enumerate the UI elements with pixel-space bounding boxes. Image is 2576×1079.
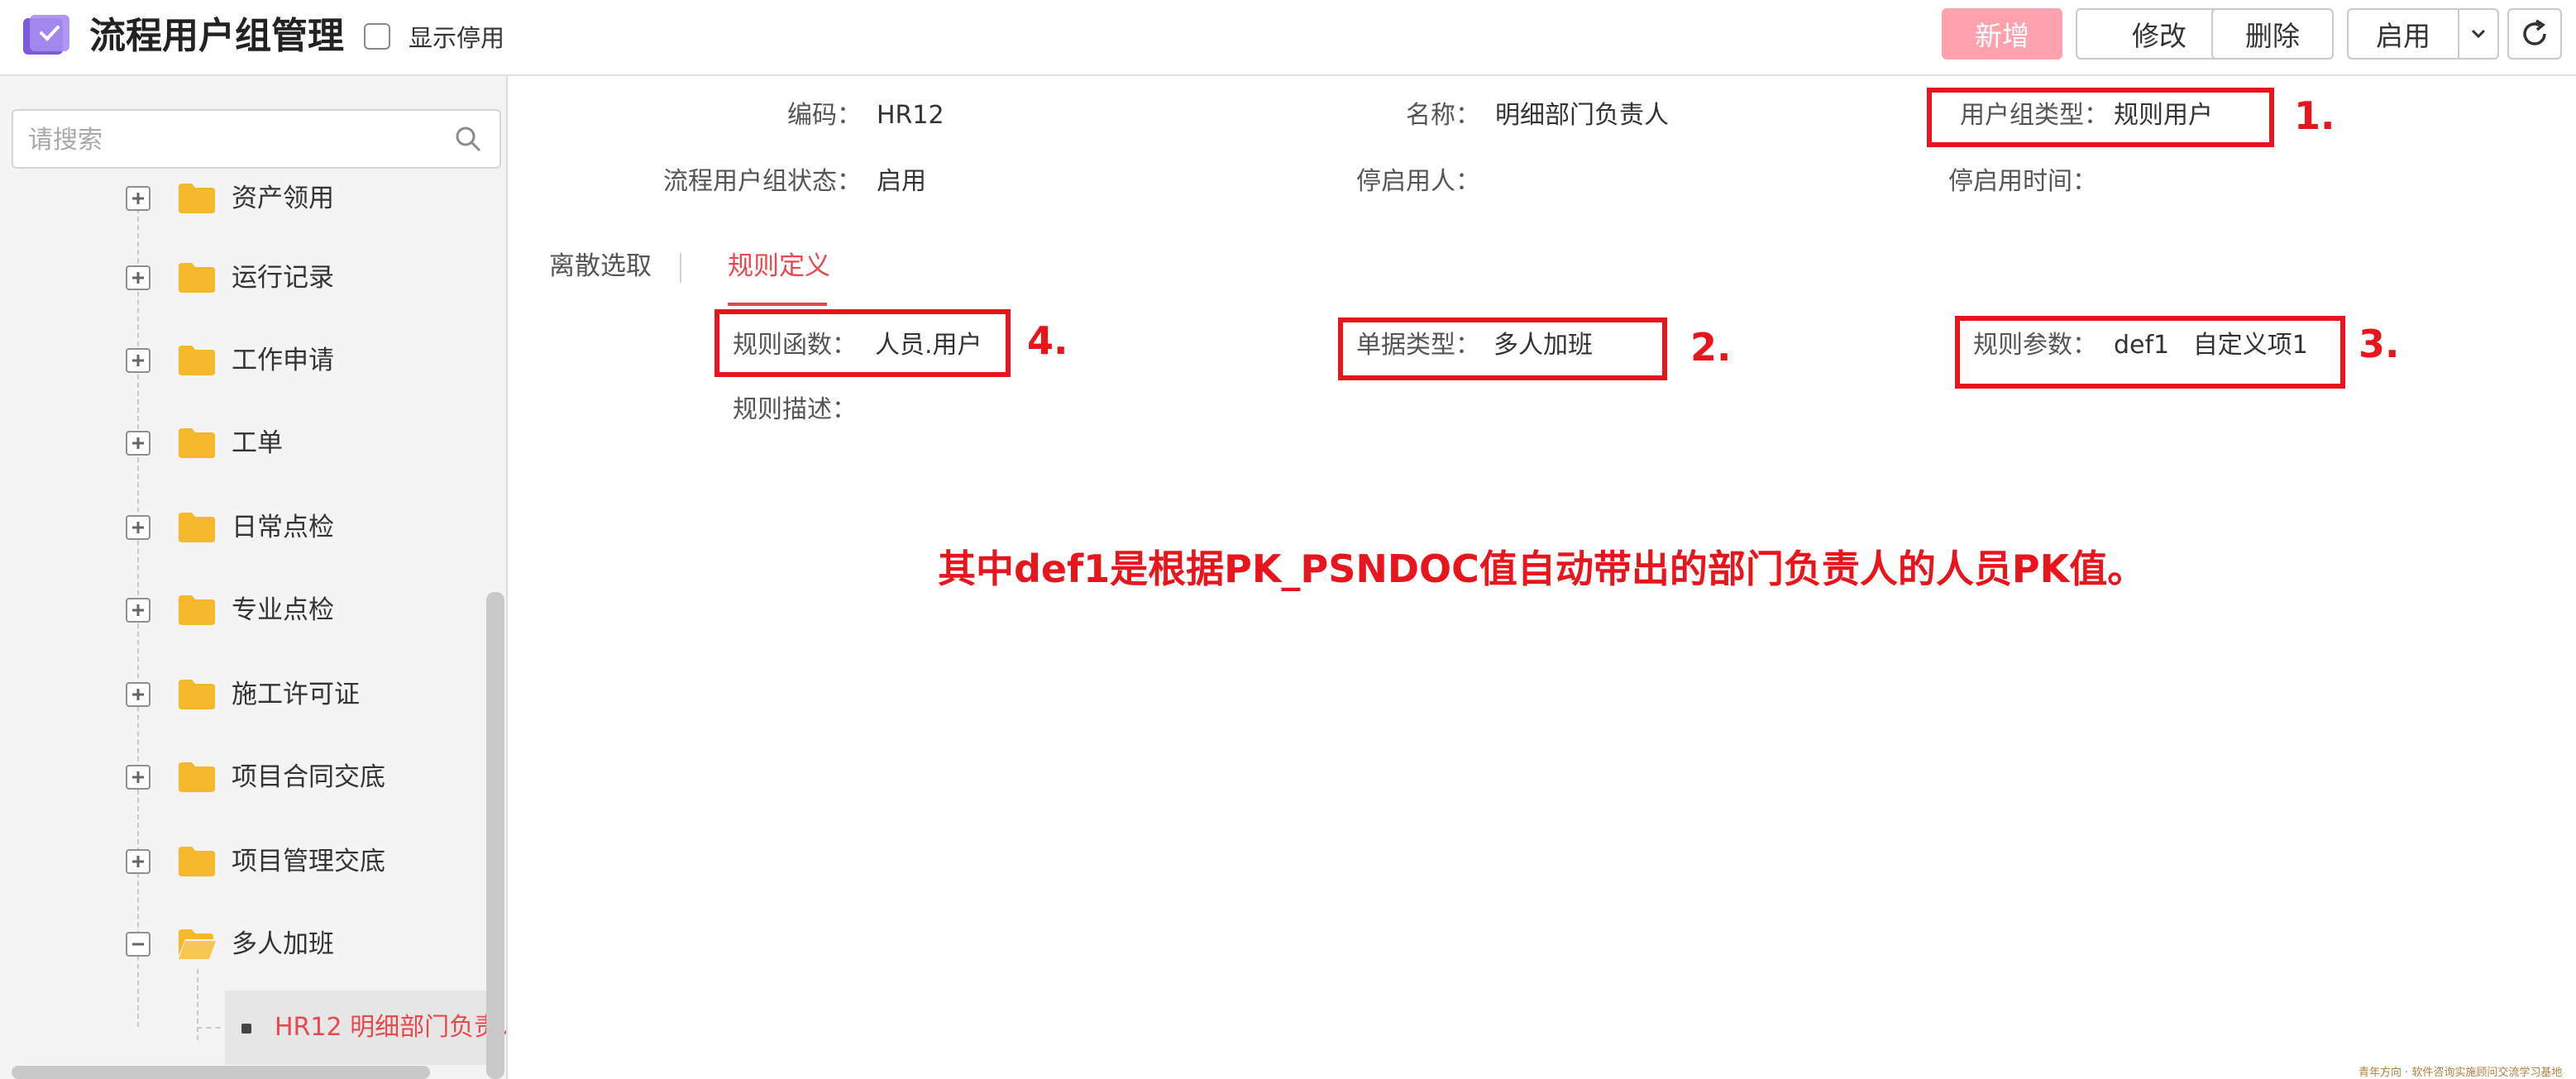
folder-icon [179,680,215,709]
folder-icon [179,263,215,293]
disabled-by-label: 停启用人： [1356,167,1480,196]
expand-icon[interactable] [126,265,151,290]
tree-item[interactable]: 工作申请 [0,336,488,385]
tree-item-label: 项目合同交底 [232,762,385,792]
tree-item-label: 工单 [232,428,283,458]
tab-rule-definition[interactable]: 规则定义 [728,248,830,284]
app-logo-icon [23,15,69,55]
folder-icon [179,346,215,375]
expand-icon[interactable] [126,682,151,707]
code-value: HR12 [877,101,944,130]
vertical-scrollbar[interactable] [486,592,504,1079]
tree-item[interactable]: 专业点检 [0,585,488,635]
folder-icon [179,513,215,542]
tree-guide-line [197,969,198,1040]
folder-icon [179,428,215,458]
expand-icon[interactable] [126,348,151,373]
callout-1: 1. [2294,93,2335,138]
name-value: 明细部门负责人 [1495,101,1669,130]
bullet-icon [241,1024,251,1034]
tree-item-label: 专业点检 [232,595,334,625]
tree-item-label: 运行记录 [232,263,334,293]
expand-icon[interactable] [126,765,151,790]
enable-dropdown-button[interactable] [2458,8,2499,60]
show-disabled-label: 显示停用 [409,24,505,52]
tree-item-label: 施工许可证 [232,680,360,709]
folder-icon [179,847,215,876]
app-header: 流程用户组管理 显示停用 新增 修改 删除 启用 [0,0,2576,76]
folder-icon [179,762,215,792]
refresh-button[interactable] [2507,8,2562,60]
show-disabled-toggle[interactable]: 显示停用 [364,20,504,53]
code-label: 编码： [787,101,862,130]
tab-discrete-select[interactable]: 离散选取 [549,248,652,284]
tree-item[interactable]: 项目管理交底 [0,837,488,886]
callout-3: 3. [2359,322,2400,366]
name-label: 名称： [1406,101,1480,130]
highlight-box-4 [714,309,1011,377]
collapse-icon[interactable] [126,932,151,957]
refresh-icon [2523,19,2546,45]
folder-icon [179,184,215,213]
tree-item-label: 工作申请 [232,346,334,375]
new-button[interactable]: 新增 [1942,8,2062,60]
enable-button[interactable]: 启用 [2347,8,2459,60]
tree-item-label: 项目管理交底 [232,847,385,876]
expand-icon[interactable] [126,849,151,874]
tree-item[interactable]: 工单 [0,418,488,468]
tree-item-label: 多人加班 [232,929,334,959]
page-title: 流程用户组管理 [89,15,344,57]
chevron-down-icon [2471,29,2486,39]
active-tab-indicator [728,303,827,306]
tree-leaf-selected[interactable]: HR12 明细部门负责人 [225,991,506,1065]
folder-open-icon [179,929,216,959]
tab-separator [680,253,681,283]
tree-item[interactable]: 项目合同交底 [0,752,488,802]
horizontal-scrollbar[interactable] [12,1066,430,1079]
rule-description-label: 规则描述： [733,395,857,424]
tree-item[interactable]: 施工许可证 [0,670,488,719]
annotation-note: 其中def1是根据PK_PSNDOC值自动带出的部门负责人的人员PK值。 [938,547,2146,591]
folder-icon [179,595,215,625]
watermark: 青年方向 · 软件咨询实施顾问交流学习基地 [2359,1067,2563,1079]
highlight-box-3 [1955,316,2345,389]
tree-item[interactable]: 多人加班 [0,919,488,969]
expand-icon[interactable] [126,515,151,540]
sidebar: 资产领用 运行记录 工作申请 工单 日常点检 专业点检 [0,76,508,1079]
tree-item-label: 日常点检 [232,513,334,542]
status-label: 流程用户组状态： [663,167,862,196]
tree-item[interactable]: 资产领用 [0,174,488,223]
tree-item[interactable]: 日常点检 [0,503,488,552]
tree-leaf-label: HR12 明细部门负责人 [275,1013,508,1042]
expand-icon[interactable] [126,186,151,211]
status-value: 启用 [877,167,926,196]
tree-item-label: 资产领用 [232,184,334,213]
expand-icon[interactable] [126,431,151,456]
expand-icon[interactable] [126,598,151,623]
search-icon[interactable] [453,124,483,154]
highlight-box-2 [1338,317,1667,380]
show-disabled-checkbox[interactable] [364,23,390,50]
highlight-box-1 [1927,88,2274,147]
callout-4: 4. [1027,318,1068,363]
disabled-time-label: 停启用时间： [1948,167,2097,196]
search-input[interactable] [26,117,435,162]
search-box[interactable] [12,109,501,169]
delete-button[interactable]: 删除 [2211,8,2334,60]
tree-item[interactable]: 运行记录 [0,253,488,303]
callout-2: 2. [1690,325,1732,370]
